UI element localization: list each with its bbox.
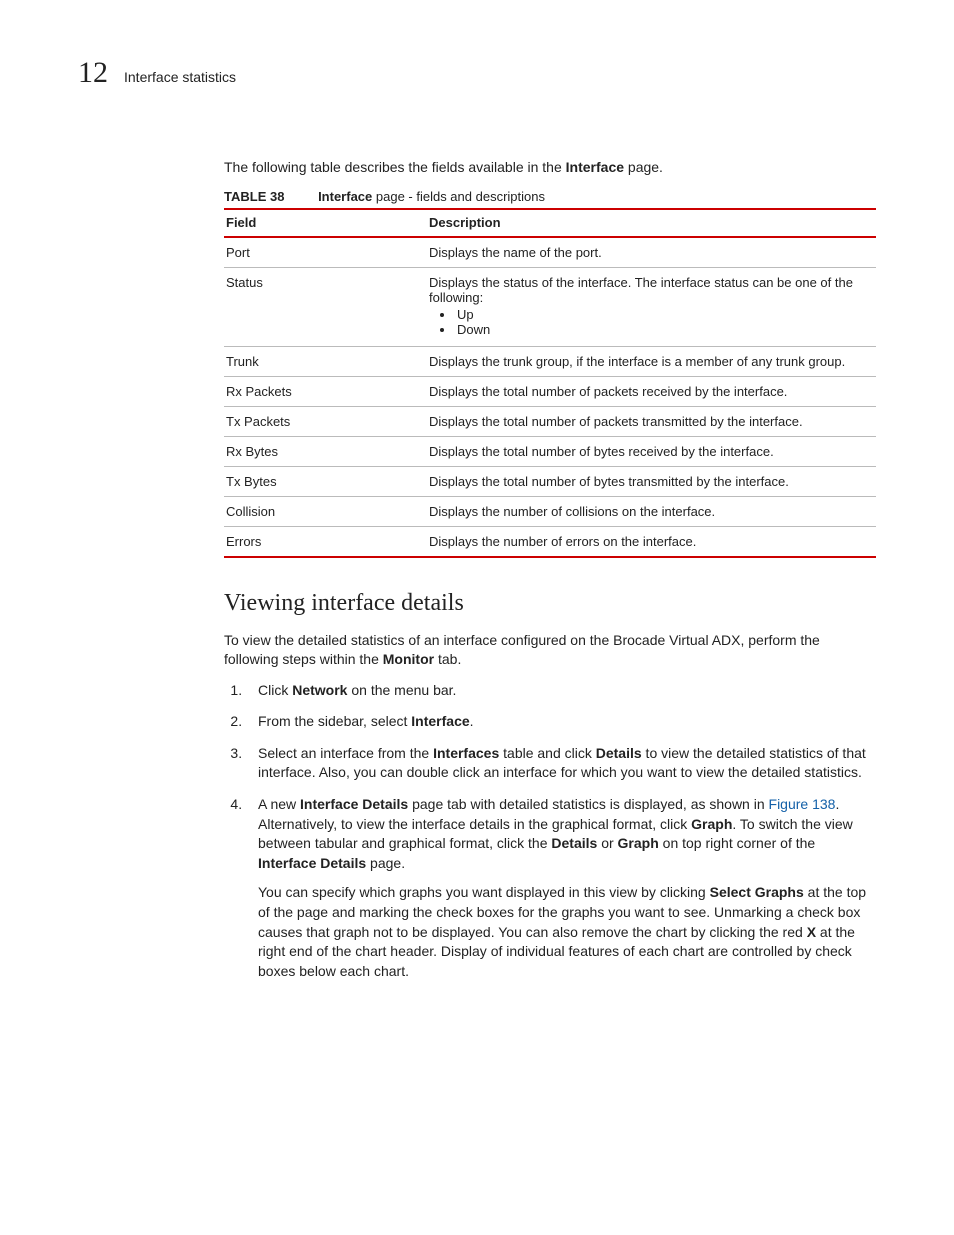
step-bold: Interfaces (433, 745, 499, 761)
cell-field: Rx Packets (224, 376, 427, 406)
cell-desc: Displays the total number of bytes recei… (427, 436, 876, 466)
steps-list: Click Network on the menu bar. From the … (224, 681, 876, 982)
cell-desc: Displays the total number of packets rec… (427, 376, 876, 406)
table-row: Tx Packets Displays the total number of … (224, 406, 876, 436)
step-bold: Details (596, 745, 642, 761)
step-paragraph: You can specify which graphs you want di… (258, 883, 876, 981)
cell-field: Errors (224, 526, 427, 557)
step-bold: X (807, 924, 816, 940)
step-bold: Interface Details (258, 855, 366, 871)
running-header: 12 Interface statistics (78, 58, 876, 88)
intro-suffix: page. (624, 159, 663, 175)
step-text: on the menu bar. (347, 682, 456, 698)
table-row: Tx Bytes Displays the total number of by… (224, 466, 876, 496)
cell-desc: Displays the status of the interface. Th… (427, 267, 876, 346)
status-bullet: Up (455, 307, 870, 322)
cell-field: Status (224, 267, 427, 346)
status-text: Displays the status of the interface. Th… (429, 275, 853, 305)
table-label: TABLE 38 (224, 189, 284, 204)
step-bold: Graph (618, 835, 659, 851)
step-bold: Interface Details (300, 796, 408, 812)
col-header-description: Description (427, 209, 876, 237)
table-row: Rx Packets Displays the total number of … (224, 376, 876, 406)
step-item: From the sidebar, select Interface. (246, 712, 876, 732)
step-item: Select an interface from the Interfaces … (246, 744, 876, 783)
figure-link[interactable]: Figure 138 (769, 796, 836, 812)
step-item: Click Network on the menu bar. (246, 681, 876, 701)
table-row: Port Displays the name of the port. (224, 237, 876, 268)
cell-desc: Displays the trunk group, if the interfa… (427, 346, 876, 376)
cell-field: Trunk (224, 346, 427, 376)
step-text: table and click (499, 745, 596, 761)
cell-desc: Displays the total number of bytes trans… (427, 466, 876, 496)
intro-bold: Interface (566, 159, 624, 175)
section-intro-bold: Monitor (383, 651, 434, 667)
step-bold: Graph (691, 816, 732, 832)
step-text: Click (258, 682, 292, 698)
status-bullet: Down (455, 322, 870, 337)
table-caption-rest: page - fields and descriptions (372, 189, 545, 204)
cell-desc: Displays the number of collisions on the… (427, 496, 876, 526)
cell-field: Port (224, 237, 427, 268)
table-row: Status Displays the status of the interf… (224, 267, 876, 346)
col-header-field: Field (224, 209, 427, 237)
section-intro: To view the detailed statistics of an in… (224, 631, 876, 669)
cell-field: Tx Bytes (224, 466, 427, 496)
cell-field: Collision (224, 496, 427, 526)
intro-paragraph: The following table describes the fields… (224, 158, 876, 177)
step-text: You can specify which graphs you want di… (258, 884, 710, 900)
chapter-title: Interface statistics (124, 69, 236, 85)
section-intro-rest: tab. (434, 651, 461, 667)
cell-desc: Displays the total number of packets tra… (427, 406, 876, 436)
step-text: . (470, 713, 474, 729)
section-heading: Viewing interface details (224, 590, 876, 617)
step-text: From the sidebar, select (258, 713, 411, 729)
chapter-number: 12 (78, 58, 108, 88)
table-row: Rx Bytes Displays the total number of by… (224, 436, 876, 466)
step-bold: Network (292, 682, 347, 698)
step-text: page tab with detailed statistics is dis… (408, 796, 768, 812)
table-caption-bold: Interface (318, 189, 372, 204)
fields-table: Field Description Port Displays the name… (224, 208, 876, 558)
step-text: Select an interface from the (258, 745, 433, 761)
cell-desc: Displays the name of the port. (427, 237, 876, 268)
cell-field: Rx Bytes (224, 436, 427, 466)
intro-text: The following table describes the fields… (224, 159, 566, 175)
section-intro-text: To view the detailed statistics of an in… (224, 632, 820, 667)
step-bold: Details (551, 835, 597, 851)
table-row: Trunk Displays the trunk group, if the i… (224, 346, 876, 376)
step-bold: Interface (411, 713, 469, 729)
step-item: A new Interface Details page tab with de… (246, 795, 876, 981)
step-text: or (597, 835, 617, 851)
cell-field: Tx Packets (224, 406, 427, 436)
step-text: on top right corner of the (659, 835, 815, 851)
step-text: A new (258, 796, 300, 812)
table-row: Collision Displays the number of collisi… (224, 496, 876, 526)
step-bold: Select Graphs (710, 884, 804, 900)
step-text: page. (366, 855, 405, 871)
cell-desc: Displays the number of errors on the int… (427, 526, 876, 557)
table-caption: TABLE 38 Interface page - fields and des… (224, 189, 876, 204)
table-row: Errors Displays the number of errors on … (224, 526, 876, 557)
